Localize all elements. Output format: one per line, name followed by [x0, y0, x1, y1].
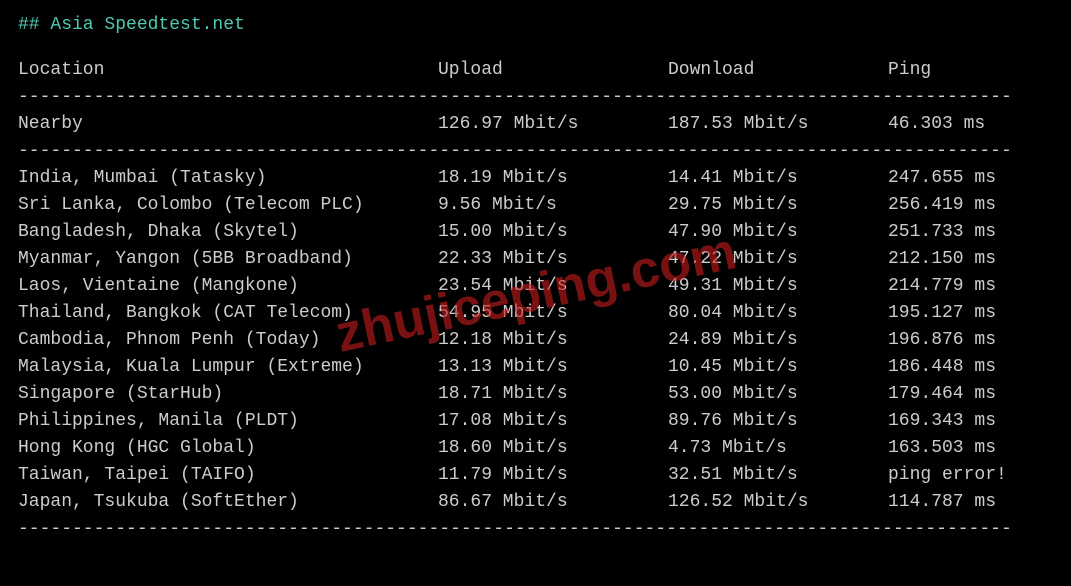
row-location: Malaysia, Kuala Lumpur (Extreme) — [18, 354, 438, 381]
row-location: Bangladesh, Dhaka (Skytel) — [18, 219, 438, 246]
table-row: Thailand, Bangkok (CAT Telecom)54.95 Mbi… — [18, 300, 1053, 327]
row-upload: 12.18 Mbit/s — [438, 327, 668, 354]
row-ping: 169.343 ms — [888, 408, 996, 435]
row-ping: 214.779 ms — [888, 273, 996, 300]
row-upload: 86.67 Mbit/s — [438, 489, 668, 516]
row-location: Hong Kong (HGC Global) — [18, 435, 438, 462]
row-upload: 18.60 Mbit/s — [438, 435, 668, 462]
row-download: 49.31 Mbit/s — [668, 273, 888, 300]
row-ping: 179.464 ms — [888, 381, 996, 408]
row-download: 89.76 Mbit/s — [668, 408, 888, 435]
table-row: Japan, Tsukuba (SoftEther)86.67 Mbit/s12… — [18, 489, 1053, 516]
row-upload: 15.00 Mbit/s — [438, 219, 668, 246]
row-download: 29.75 Mbit/s — [668, 192, 888, 219]
row-download: 32.51 Mbit/s — [668, 462, 888, 489]
row-download: 126.52 Mbit/s — [668, 489, 888, 516]
row-upload: 23.54 Mbit/s — [438, 273, 668, 300]
data-rows-container: India, Mumbai (Tatasky)18.19 Mbit/s14.41… — [18, 165, 1053, 516]
section-header: ## Asia Speedtest.net — [18, 12, 1053, 39]
row-upload: 54.95 Mbit/s — [438, 300, 668, 327]
row-location: India, Mumbai (Tatasky) — [18, 165, 438, 192]
row-upload: 9.56 Mbit/s — [438, 192, 668, 219]
row-upload: 22.33 Mbit/s — [438, 246, 668, 273]
table-row: Myanmar, Yangon (5BB Broadband)22.33 Mbi… — [18, 246, 1053, 273]
col-header-download: Download — [668, 57, 888, 84]
row-ping: 114.787 ms — [888, 489, 996, 516]
row-ping: 247.655 ms — [888, 165, 996, 192]
row-location: Cambodia, Phnom Penh (Today) — [18, 327, 438, 354]
table-row: India, Mumbai (Tatasky)18.19 Mbit/s14.41… — [18, 165, 1053, 192]
row-ping: 195.127 ms — [888, 300, 996, 327]
table-row: Philippines, Manila (PLDT)17.08 Mbit/s89… — [18, 408, 1053, 435]
row-location: Taiwan, Taipei (TAIFO) — [18, 462, 438, 489]
row-location: Thailand, Bangkok (CAT Telecom) — [18, 300, 438, 327]
row-location: Laos, Vientaine (Mangkone) — [18, 273, 438, 300]
row-ping: 212.150 ms — [888, 246, 996, 273]
row-location: Sri Lanka, Colombo (Telecom PLC) — [18, 192, 438, 219]
row-ping: 256.419 ms — [888, 192, 996, 219]
col-header-location: Location — [18, 57, 438, 84]
row-location: Myanmar, Yangon (5BB Broadband) — [18, 246, 438, 273]
divider: ----------------------------------------… — [18, 516, 1053, 543]
row-download: 4.73 Mbit/s — [668, 435, 888, 462]
row-download: 47.22 Mbit/s — [668, 246, 888, 273]
row-ping: 163.503 ms — [888, 435, 996, 462]
row-download: 53.00 Mbit/s — [668, 381, 888, 408]
table-row: Sri Lanka, Colombo (Telecom PLC)9.56 Mbi… — [18, 192, 1053, 219]
row-ping: 186.448 ms — [888, 354, 996, 381]
row-location: Philippines, Manila (PLDT) — [18, 408, 438, 435]
table-row: Singapore (StarHub)18.71 Mbit/s53.00 Mbi… — [18, 381, 1053, 408]
divider: ----------------------------------------… — [18, 84, 1053, 111]
row-download: 24.89 Mbit/s — [668, 327, 888, 354]
row-ping: 196.876 ms — [888, 327, 996, 354]
row-ping: 251.733 ms — [888, 219, 996, 246]
table-header-row: Location Upload Download Ping — [18, 57, 1053, 84]
nearby-ping: 46.303 ms — [888, 111, 985, 138]
table-row: Hong Kong (HGC Global)18.60 Mbit/s4.73 M… — [18, 435, 1053, 462]
row-upload: 11.79 Mbit/s — [438, 462, 668, 489]
table-row: Cambodia, Phnom Penh (Today)12.18 Mbit/s… — [18, 327, 1053, 354]
row-location: Japan, Tsukuba (SoftEther) — [18, 489, 438, 516]
nearby-row: Nearby 126.97 Mbit/s 187.53 Mbit/s 46.30… — [18, 111, 1053, 138]
table-row: Laos, Vientaine (Mangkone)23.54 Mbit/s49… — [18, 273, 1053, 300]
divider: ----------------------------------------… — [18, 138, 1053, 165]
row-upload: 18.19 Mbit/s — [438, 165, 668, 192]
row-download: 14.41 Mbit/s — [668, 165, 888, 192]
table-row: Bangladesh, Dhaka (Skytel)15.00 Mbit/s47… — [18, 219, 1053, 246]
table-row: Taiwan, Taipei (TAIFO)11.79 Mbit/s32.51 … — [18, 462, 1053, 489]
row-upload: 18.71 Mbit/s — [438, 381, 668, 408]
col-header-ping: Ping — [888, 57, 931, 84]
nearby-upload: 126.97 Mbit/s — [438, 111, 668, 138]
nearby-location: Nearby — [18, 111, 438, 138]
nearby-download: 187.53 Mbit/s — [668, 111, 888, 138]
row-upload: 17.08 Mbit/s — [438, 408, 668, 435]
row-download: 80.04 Mbit/s — [668, 300, 888, 327]
row-download: 47.90 Mbit/s — [668, 219, 888, 246]
row-ping: ping error! — [888, 462, 1007, 489]
col-header-upload: Upload — [438, 57, 668, 84]
table-row: Malaysia, Kuala Lumpur (Extreme)13.13 Mb… — [18, 354, 1053, 381]
row-location: Singapore (StarHub) — [18, 381, 438, 408]
row-download: 10.45 Mbit/s — [668, 354, 888, 381]
row-upload: 13.13 Mbit/s — [438, 354, 668, 381]
